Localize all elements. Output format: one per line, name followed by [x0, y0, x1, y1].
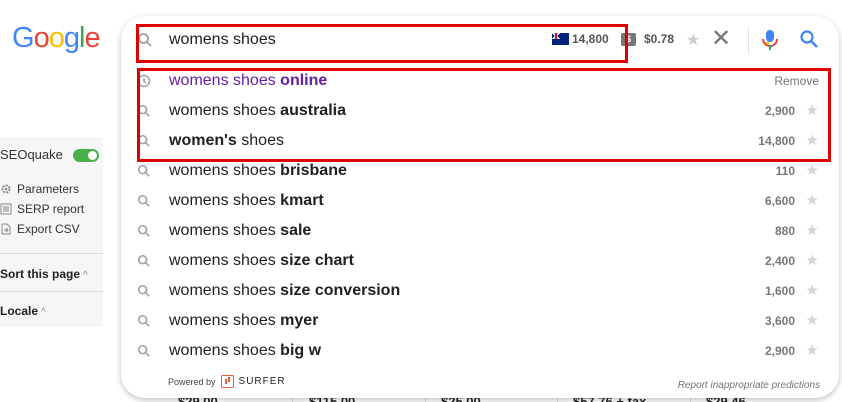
suggestion-volume: 1,600 — [764, 284, 795, 298]
google-logo[interactable]: Google — [12, 22, 101, 55]
suggestion-volume: 2,900 — [764, 344, 795, 358]
divider — [0, 291, 103, 292]
suggestion-item[interactable]: womens shoes sale 880 ★ — [121, 216, 839, 246]
suggestion-item[interactable]: womens shoes myer 3,600 ★ — [121, 306, 839, 336]
search-icon — [137, 224, 151, 243]
suggestion-text: womens shoes myer — [169, 312, 319, 329]
divider — [0, 253, 103, 254]
suggestion-volume: 2,400 — [764, 254, 795, 268]
suggestion-text: womens shoes size conversion — [169, 282, 401, 299]
star-icon[interactable]: ★ — [806, 191, 819, 209]
export-file-icon — [0, 223, 12, 235]
seoquake-panel: SEOquake Parameters SERP report Export C… — [0, 137, 103, 327]
cpc-value: $0.78 — [644, 32, 675, 46]
suggestion-item[interactable]: womens shoes size chart 2,400 ★ — [121, 246, 839, 276]
search-icon — [137, 254, 151, 273]
star-icon[interactable]: ★ — [806, 281, 819, 299]
chevron-up-icon: ^ — [83, 270, 88, 281]
suggestion-text: womens shoes brisbane — [169, 162, 347, 179]
serp-report-link[interactable]: SERP report — [0, 202, 84, 216]
search-icon — [137, 344, 151, 363]
suggestion-text: womens shoes sale — [169, 222, 312, 239]
report-predictions-link[interactable]: Report inappropriate predictions — [678, 380, 820, 391]
star-icon[interactable]: ★ — [806, 341, 819, 359]
export-csv-label: Export CSV — [17, 222, 80, 236]
sort-this-page-label: Sort this page — [0, 267, 81, 281]
suggestion-volume: 110 — [775, 164, 795, 178]
clear-search-button[interactable]: ✕ — [711, 27, 731, 51]
surfer-brand: SURFER — [238, 376, 286, 387]
powered-by-surfer[interactable]: Powered by SURFER — [168, 375, 286, 388]
suggestion-item[interactable]: womens shoes kmart 6,600 ★ — [121, 186, 839, 216]
gear-icon — [0, 183, 12, 195]
seoquake-toggle[interactable] — [73, 149, 99, 162]
annotation-box — [136, 24, 628, 63]
list-icon — [0, 203, 12, 215]
star-icon[interactable]: ★ — [806, 161, 819, 179]
star-icon[interactable]: ★ — [806, 221, 819, 239]
annotation-box — [137, 68, 831, 162]
search-icon — [137, 164, 151, 183]
search-icon — [137, 314, 151, 333]
parameters-label: Parameters — [17, 182, 80, 196]
suggestion-text: womens shoes kmart — [169, 192, 324, 209]
microphone-icon[interactable] — [761, 29, 779, 56]
sort-this-page-toggle[interactable]: Sort this page ^ — [0, 267, 88, 281]
parameters-link[interactable]: Parameters — [0, 182, 79, 196]
powered-by-label: Powered by — [168, 376, 216, 387]
surfer-logo-icon — [220, 375, 234, 388]
suggestion-text: womens shoes size chart — [169, 252, 354, 269]
chevron-up-icon: ^ — [41, 307, 46, 318]
suggestion-volume: 3,600 — [764, 314, 795, 328]
star-icon[interactable]: ★ — [686, 30, 700, 50]
export-csv-link[interactable]: Export CSV — [0, 222, 80, 236]
locale-label: Locale — [0, 304, 39, 318]
star-icon[interactable]: ★ — [806, 311, 819, 329]
serp-report-label: SERP report — [17, 202, 85, 216]
suggestion-text: womens shoes big w — [169, 342, 322, 359]
search-icon — [137, 284, 151, 303]
seoquake-title: SEOquake — [0, 147, 63, 162]
search-icon — [137, 194, 151, 213]
divider — [748, 28, 749, 54]
star-icon[interactable]: ★ — [806, 251, 819, 269]
suggestion-item[interactable]: womens shoes big w 2,900 ★ — [121, 336, 839, 366]
suggestion-item[interactable]: womens shoes size conversion 1,600 ★ — [121, 276, 839, 306]
suggestion-volume: 880 — [774, 224, 795, 238]
suggestion-volume: 6,600 — [764, 194, 795, 208]
search-submit-icon[interactable] — [799, 29, 819, 54]
locale-toggle[interactable]: Locale ^ — [0, 304, 46, 318]
